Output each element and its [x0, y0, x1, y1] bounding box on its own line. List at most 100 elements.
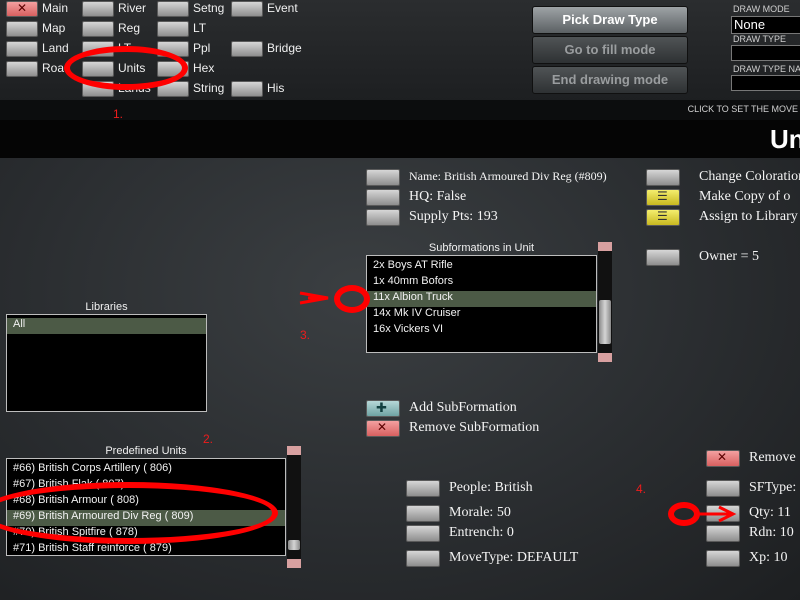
entrench-button[interactable] — [406, 525, 440, 542]
morale-value: Morale: 50 — [449, 505, 511, 520]
change-coloration-label: Change Coloration — [699, 169, 800, 184]
scroll-up-arrow[interactable] — [287, 446, 301, 455]
sftype-value: SFType: — [749, 480, 797, 495]
draw-type-field[interactable] — [731, 45, 800, 61]
annotation-circle-1 — [64, 46, 188, 90]
title-bar: Uni — [0, 120, 800, 158]
entrench-value: Entrench: 0 — [449, 525, 514, 540]
owner-button[interactable] — [646, 249, 680, 266]
movetype-button[interactable] — [406, 550, 440, 567]
subformations-title: Subformations in Unit — [428, 242, 535, 254]
morale-button[interactable] — [406, 505, 440, 522]
list-item[interactable]: 2x Boys AT Rifle — [367, 259, 596, 275]
tab-event-button[interactable] — [231, 1, 263, 17]
remove-sf-button[interactable] — [706, 450, 740, 467]
add-subformation-label: Add SubFormation — [409, 400, 517, 415]
tab-bridge-label: Bridge — [267, 41, 302, 55]
tab-reg-label: Reg — [118, 21, 141, 35]
annotation-step-3: 3. — [300, 328, 311, 342]
xp-button[interactable] — [706, 550, 740, 567]
tab-reg-button[interactable] — [82, 21, 114, 37]
make-copy-button[interactable] — [646, 189, 680, 206]
annotation-circle-3 — [334, 285, 370, 313]
tab-main-label: Main — [42, 1, 69, 15]
supply-button[interactable] — [366, 209, 400, 226]
people-button[interactable] — [406, 480, 440, 497]
scroll-up-arrow[interactable] — [598, 242, 612, 251]
end-drawing-mode-button[interactable]: End drawing mode — [532, 66, 688, 94]
predefined-units-title: Predefined Units — [105, 445, 187, 457]
list-item[interactable]: 14x Mk IV Cruiser — [367, 307, 596, 323]
list-item-selected[interactable]: All — [7, 318, 206, 334]
page-title: Uni — [770, 124, 800, 154]
tab-river-label: River — [118, 1, 147, 15]
people-value: People: British — [449, 480, 533, 495]
main-x-button[interactable] — [6, 1, 38, 17]
assign-library-label: Assign to Library — [699, 209, 798, 224]
draw-type-name-field[interactable] — [731, 75, 800, 91]
subformations-list[interactable]: Subformations in Unit 2x Boys AT Rifle 1… — [366, 242, 597, 353]
tab-ppl-label: Ppl — [193, 41, 211, 55]
rdn-value: Rdn: 10 — [749, 525, 794, 540]
tab-string-label: String — [193, 81, 225, 95]
annotation-arrow-3 — [299, 291, 329, 305]
draw-type-heading: DRAW TYPE — [733, 34, 787, 44]
qty-value: Qty: 11 — [749, 505, 791, 520]
remove-sf-label: Remove — [749, 450, 796, 465]
tab-lt-label: LT — [193, 21, 207, 35]
draw-type-name-heading: DRAW TYPE NAME — [733, 64, 800, 74]
tab-road-button[interactable] — [6, 61, 38, 77]
remove-subformation-button[interactable] — [366, 420, 400, 437]
xp-value: Xp: 10 — [749, 550, 788, 565]
libraries-title: Libraries — [85, 301, 128, 313]
annotation-circle-4 — [668, 502, 700, 526]
supply-value: Supply Pts: 193 — [409, 209, 498, 224]
tab-setng-label: Setng — [193, 1, 225, 15]
tab-event-label: Event — [267, 1, 298, 15]
list-item[interactable]: 1x 40mm Bofors — [367, 275, 596, 291]
owner-value: Owner = 5 — [699, 249, 759, 264]
name-button[interactable] — [366, 169, 400, 186]
tab-land-label: Land — [42, 41, 69, 55]
tab-river-button[interactable] — [82, 1, 114, 17]
annotation-step-4: 4. — [636, 482, 647, 496]
annotation-step-1: 1. — [113, 107, 124, 121]
tab-land-button[interactable] — [6, 41, 38, 57]
tab-map-button[interactable] — [6, 21, 38, 37]
scroll-down-arrow[interactable] — [287, 559, 301, 568]
add-subformation-button[interactable] — [366, 400, 400, 417]
tab-lt-button[interactable] — [157, 21, 189, 37]
libraries-list[interactable]: Libraries All — [6, 301, 207, 412]
tab-hex-label: Hex — [193, 61, 215, 75]
list-item[interactable]: #66) British Corps Artillery ( 806) — [7, 462, 285, 478]
list-item[interactable]: 16x Vickers VI — [367, 323, 596, 339]
annotation-arrow-4 — [699, 505, 737, 523]
assign-library-button[interactable] — [646, 209, 680, 226]
hq-button[interactable] — [366, 189, 400, 206]
tab-bridge-button[interactable] — [231, 41, 263, 57]
sftype-button[interactable] — [706, 480, 740, 497]
list-item-selected[interactable]: 11x Albion Truck — [367, 291, 596, 307]
scroll-thumb[interactable] — [288, 540, 300, 550]
scroll-down-arrow[interactable] — [598, 353, 612, 362]
rdn-button[interactable] — [706, 525, 740, 542]
tab-setng-button[interactable] — [157, 1, 189, 17]
pick-draw-type-button[interactable]: Pick Draw Type — [532, 6, 688, 34]
hint-text: CLICK TO SET THE MOVE — [687, 104, 798, 114]
annotation-step-2: 2. — [203, 432, 214, 446]
tab-map-label: Map — [42, 21, 66, 35]
tab-his-label: His — [267, 81, 285, 95]
movetype-value: MoveType: DEFAULT — [449, 550, 579, 565]
go-to-fill-mode-button[interactable]: Go to fill mode — [532, 36, 688, 64]
scroll-thumb[interactable] — [599, 300, 611, 344]
remove-subformation-label: Remove SubFormation — [409, 420, 540, 435]
hq-value: HQ: False — [409, 189, 467, 204]
change-coloration-button[interactable] — [646, 169, 680, 186]
predefined-units-scrollbar[interactable] — [287, 446, 301, 568]
tab-his-button[interactable] — [231, 81, 263, 97]
subformations-scrollbar[interactable] — [598, 242, 612, 362]
make-copy-label: Make Copy of o — [699, 189, 791, 204]
draw-mode-field[interactable]: None — [731, 16, 800, 34]
unit-name: Name: British Armoured Div Reg (#809) — [409, 169, 607, 183]
draw-mode-heading: DRAW MODE — [733, 4, 790, 14]
